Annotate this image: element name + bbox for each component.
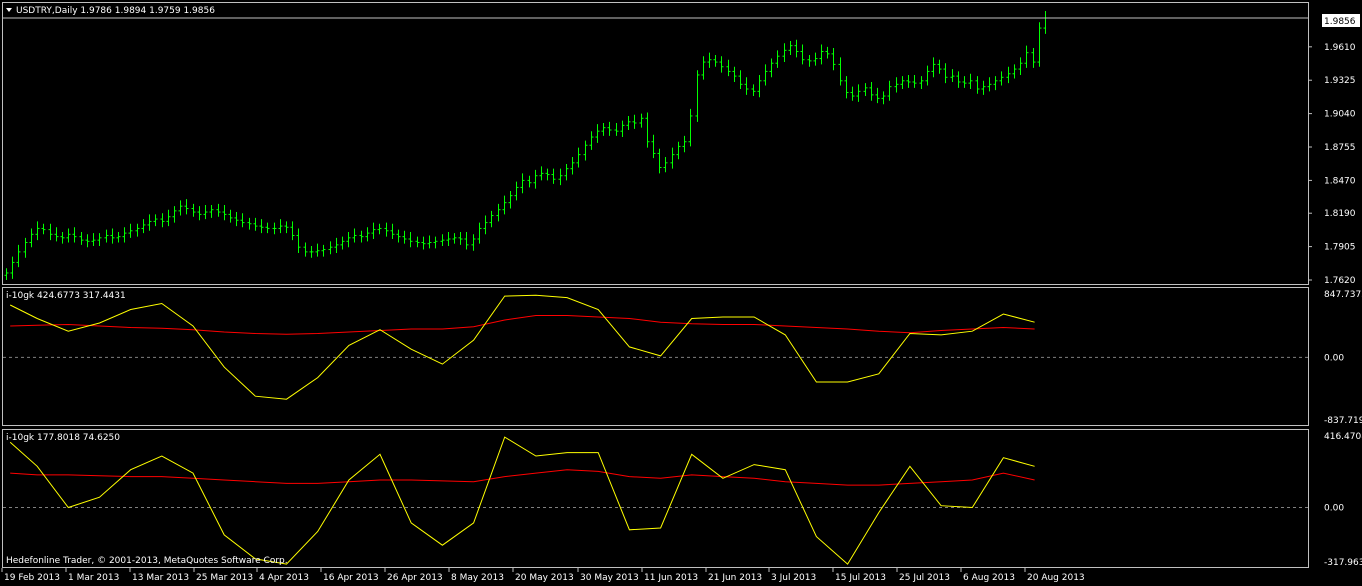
x-tick-label: 25 Mar 2013 (196, 573, 253, 583)
chart-background (0, 0, 1362, 586)
x-tick-label: 1 Mar 2013 (68, 573, 119, 583)
x-tick-label: 8 May 2013 (451, 573, 504, 583)
x-tick-label: 6 Aug 2013 (963, 573, 1015, 583)
x-tick-label: 4 Apr 2013 (259, 573, 309, 583)
x-tick-label: 16 Apr 2013 (323, 573, 379, 583)
y-tick-label: 1.9325 (1324, 76, 1356, 86)
y-tick-label: 1.8470 (1324, 176, 1356, 186)
osc-y-tick-label: -837.719 (1324, 416, 1362, 426)
y-tick-label: 1.8755 (1324, 143, 1356, 153)
x-tick-label: 15 Jul 2013 (835, 573, 886, 583)
x-tick-label: 3 Jul 2013 (771, 573, 816, 583)
x-tick-label: 20 May 2013 (515, 573, 574, 583)
y-tick-label: 1.7905 (1324, 243, 1356, 253)
x-tick-label: 19 Feb 2013 (4, 573, 60, 583)
current-price-label: 1.9856 (1324, 17, 1356, 27)
x-tick-label: 20 Aug 2013 (1027, 573, 1085, 583)
copyright-text: Hedefonline Trader, © 2001-2013, MetaQuo… (6, 556, 288, 566)
osc-y-tick-label: 0.00 (1324, 353, 1344, 363)
osc-y-tick-label: -317.963 (1324, 558, 1362, 568)
osc2-label: i-10gk 177.8018 74.6250 (6, 433, 120, 443)
osc-y-tick-label: 0.00 (1324, 503, 1344, 513)
chart-canvas: 1.9610 1.9325 1.9040 1.8755 1.8470 1.8190 1.79… (0, 0, 1362, 586)
main-title: USDTRY,Daily 1.9786 1.9894 1.9759 1.9856 (16, 6, 215, 16)
y-tick-label: 1.9610 (1324, 43, 1356, 53)
x-tick-label: 21 Jun 2013 (708, 573, 762, 583)
x-tick-label: 30 May 2013 (580, 573, 639, 583)
x-tick-label: 13 Mar 2013 (132, 573, 189, 583)
x-tick-label: 26 Apr 2013 (387, 573, 443, 583)
osc-y-tick-label: 847.7373 (1324, 290, 1362, 300)
y-tick-label: 1.7620 (1324, 276, 1356, 286)
osc-y-tick-label: 416.4708 (1324, 432, 1362, 442)
x-tick-label: 25 Jul 2013 (899, 573, 950, 583)
y-tick-label: 1.9040 (1324, 110, 1356, 120)
osc1-label: i-10gk 424.6773 317.4431 (6, 291, 126, 301)
y-tick-label: 1.8190 (1324, 209, 1356, 219)
x-tick-label: 11 Jun 2013 (644, 573, 698, 583)
